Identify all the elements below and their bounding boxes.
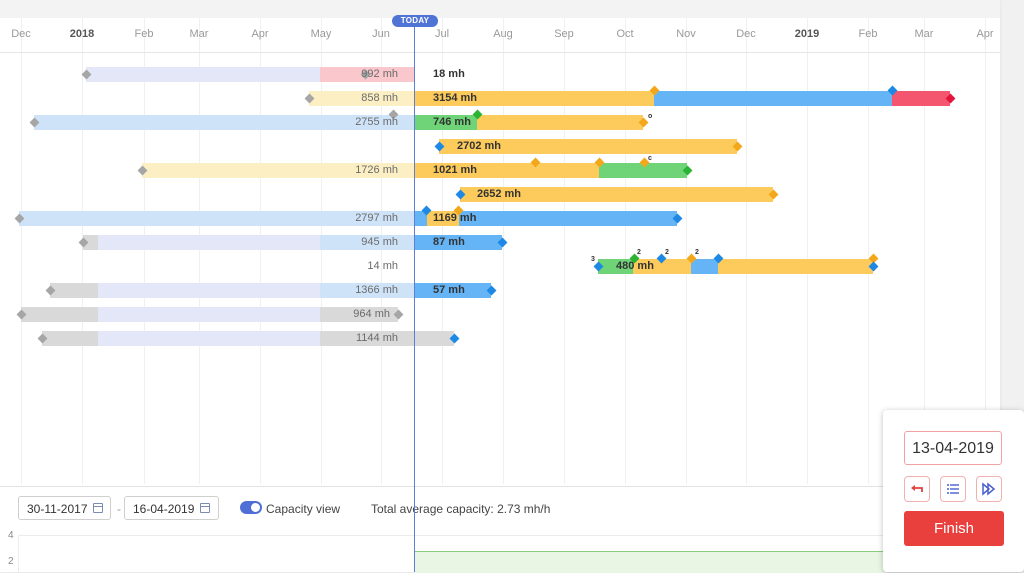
capacity-axis-tick: 2 bbox=[8, 556, 14, 567]
start-date-field[interactable]: 30-11-2017 bbox=[18, 496, 111, 520]
task-bar-segment[interactable] bbox=[718, 259, 873, 274]
marker-label: 2 bbox=[695, 249, 699, 256]
task-bar-segment[interactable] bbox=[691, 259, 718, 274]
divider bbox=[0, 486, 1000, 487]
capacity-view-toggle[interactable] bbox=[240, 501, 262, 514]
task-post-label: 3154 mh bbox=[433, 92, 478, 104]
task-pre-label: 14 mh bbox=[367, 260, 398, 272]
capacity-area bbox=[415, 551, 885, 573]
task-bar-past[interactable] bbox=[98, 331, 320, 346]
task-pre-label: 964 mh bbox=[353, 308, 390, 320]
undo-button[interactable] bbox=[904, 476, 930, 502]
task-bar-segment[interactable] bbox=[892, 91, 950, 106]
task-post-label: 746 mh bbox=[433, 116, 471, 128]
capacity-view-label: Capacity view bbox=[266, 502, 341, 516]
task-bar-past[interactable] bbox=[21, 307, 98, 322]
marker-label: c bbox=[648, 155, 652, 162]
calendar-icon[interactable] bbox=[93, 503, 103, 513]
task-pre-label: 945 mh bbox=[361, 236, 398, 248]
gantt-panel: Dec 2018 Feb Mar Apr May Jun Jul Aug Sep… bbox=[0, 0, 1000, 573]
task-bar-past[interactable] bbox=[98, 307, 320, 322]
end-date-field[interactable]: 16-04-2019 bbox=[124, 496, 219, 520]
task-pre-label: 1726 mh bbox=[355, 164, 398, 176]
task-pre-label: 858 mh bbox=[361, 92, 398, 104]
fast-forward-button[interactable] bbox=[976, 476, 1002, 502]
task-post-label: 87 mh bbox=[433, 236, 465, 248]
list-button[interactable] bbox=[940, 476, 966, 502]
task-pre-label: 1366 mh bbox=[355, 284, 398, 296]
task-bar-segment[interactable] bbox=[459, 211, 677, 226]
task-post-label: 18 mh bbox=[433, 68, 465, 80]
task-pre-label: 2797 mh bbox=[355, 212, 398, 224]
task-post-label: 2702 mh bbox=[457, 140, 502, 152]
today-line bbox=[414, 22, 415, 572]
total-capacity-text: Total average capacity: 2.73 mh/h bbox=[371, 502, 551, 516]
date-popup: 13-04-2019 Finish bbox=[883, 410, 1024, 572]
task-post-label: 2652 mh bbox=[477, 188, 522, 200]
task-pre-label: 992 mh bbox=[361, 68, 398, 80]
toggle-knob bbox=[251, 503, 260, 512]
task-pre-label: 2755 mh bbox=[355, 116, 398, 128]
undo-icon bbox=[911, 485, 923, 492]
end-date-value: 16-04-2019 bbox=[133, 502, 195, 516]
task-bar-past[interactable] bbox=[98, 283, 320, 298]
today-badge: TODAY bbox=[392, 15, 438, 27]
capacity-chart-axis bbox=[18, 535, 19, 572]
finish-button[interactable]: Finish bbox=[904, 511, 1004, 546]
capacity-chart-gridline bbox=[18, 535, 888, 536]
calendar-icon[interactable] bbox=[200, 503, 210, 513]
gantt-chart: 992 mh 18 mh 858 mh 3154 mh o 2755 mh 74… bbox=[0, 0, 1000, 484]
date-separator: - bbox=[117, 502, 121, 516]
task-post-label: 57 mh bbox=[433, 284, 465, 296]
start-date-value: 30-11-2017 bbox=[27, 502, 88, 516]
capacity-axis-tick: 4 bbox=[8, 530, 14, 541]
task-bar-past[interactable] bbox=[50, 283, 98, 298]
task-bar-segment[interactable] bbox=[415, 331, 454, 346]
marker-label: 2 bbox=[637, 249, 641, 256]
task-bar-segment[interactable] bbox=[654, 91, 892, 106]
fast-forward-icon bbox=[982, 482, 996, 496]
task-bar-past[interactable] bbox=[86, 67, 320, 82]
marker-label: o bbox=[648, 113, 653, 120]
list-icon bbox=[947, 484, 959, 494]
task-post-label: 1021 mh bbox=[433, 164, 478, 176]
task-post-label: 1169 mh bbox=[433, 212, 477, 224]
task-bar-segment[interactable] bbox=[477, 115, 643, 130]
task-bar-past[interactable] bbox=[98, 235, 320, 250]
popup-date-input[interactable]: 13-04-2019 bbox=[904, 431, 1002, 465]
marker-label: 2 bbox=[665, 249, 669, 256]
marker-label: 3 bbox=[591, 256, 595, 263]
task-bar-past[interactable] bbox=[42, 331, 98, 346]
task-pre-label: 1144 mh bbox=[356, 332, 398, 344]
task-post-label: 480 mh bbox=[616, 260, 654, 272]
